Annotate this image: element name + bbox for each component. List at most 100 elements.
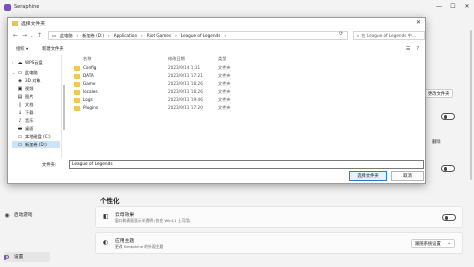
- file-name: Plugins: [83, 105, 98, 110]
- nav-item-documents[interactable]: ▯ 文档: [17, 101, 34, 108]
- cancel-button[interactable]: 取消: [391, 171, 424, 181]
- nav-item-videos[interactable]: ▣ 视频: [17, 85, 34, 92]
- minimize-button[interactable]: —: [432, 0, 446, 12]
- breadcrumb-segment[interactable]: Application: [114, 33, 137, 38]
- column-header-type[interactable]: 类型: [218, 56, 226, 62]
- file-type: 文件夹: [218, 97, 231, 102]
- back-arrow-icon[interactable]: ←: [13, 32, 18, 39]
- column-header-date[interactable]: 修改日期: [168, 56, 185, 62]
- chevron-right-icon: ›: [76, 33, 79, 38]
- address-bar[interactable]: ▭ 此电脑 › 新加卷 (D:) › Application › Riot Games…: [48, 31, 348, 40]
- pc-icon: ▭: [52, 33, 56, 38]
- search-input[interactable]: ⌕ 在 League of Legends 中...: [353, 31, 425, 40]
- nav-item-label: 桌面: [25, 125, 34, 131]
- download-icon: ↓: [17, 109, 23, 116]
- select-folder-button[interactable]: 选择文件夹: [349, 171, 387, 181]
- nav-item-desktop[interactable]: ▬ 桌面: [17, 125, 34, 132]
- card-title: 应用主题: [115, 239, 135, 244]
- list-item[interactable]: Logs 2023/9/11 19:46 文件夹: [68, 97, 368, 104]
- window-controls: — ☐ ✕: [432, 0, 474, 12]
- organize-menu[interactable]: 组织 ▾: [16, 46, 28, 52]
- nav-item-label: 此电脑: [25, 69, 38, 75]
- mica-toggle[interactable]: [442, 214, 456, 221]
- file-date: 2023/9/14 1:31: [168, 65, 201, 70]
- file-type: 文件夹: [218, 65, 231, 70]
- file-type: 文件夹: [218, 81, 231, 86]
- file-list: 名称 修改日期 类型 Config 2023/9/14 1:31 文件夹 DAT…: [68, 55, 425, 158]
- column-header-name[interactable]: 名称: [83, 56, 91, 62]
- picture-icon: ▤: [17, 93, 23, 100]
- music-icon: ♪: [18, 117, 22, 124]
- palette-icon: ◐: [103, 239, 109, 246]
- maximize-button[interactable]: ☐: [446, 0, 460, 12]
- card-theme: ◐ 应用主题 更改 Seraphine 的外观主题 跟随系统设置 ⌄: [95, 232, 463, 254]
- forward-arrow-icon[interactable]: →: [22, 32, 27, 39]
- list-item[interactable]: Plugins 2023/9/11 17:20 文件夹: [68, 105, 368, 112]
- nav-item-label: 新加卷 (D:): [25, 141, 47, 147]
- card-mica: ◧ 云母效果 窗口和表面显示半透明 (仅在 Win11 上可用): [95, 206, 463, 228]
- folder-name-value: League of Legends: [72, 162, 113, 167]
- chevron-down-icon[interactable]: ⌄: [30, 33, 33, 38]
- view-controls: ☰ ?: [406, 46, 419, 52]
- view-options-icon[interactable]: ☰: [406, 46, 410, 52]
- breadcrumb-segment[interactable]: Riot Games: [147, 33, 171, 38]
- app-scrollbar[interactable]: [470, 30, 472, 180]
- breadcrumb-segment[interactable]: 此电脑: [60, 33, 73, 39]
- refresh-icon[interactable]: ⟳: [339, 31, 343, 37]
- sidebar-item-launch-game[interactable]: ◉ 启动游戏: [4, 210, 50, 220]
- setting-toggle-2[interactable]: [441, 165, 455, 172]
- close-window-button[interactable]: ✕: [460, 0, 474, 12]
- folder-icon: [74, 89, 80, 95]
- breadcrumb-segment[interactable]: League of Legends: [181, 33, 221, 38]
- change-folder-button[interactable]: 更改文件夹: [424, 89, 454, 98]
- video-icon: ▣: [17, 85, 23, 92]
- help-icon[interactable]: ?: [416, 46, 419, 52]
- file-date: 2023/9/11 19:46: [168, 97, 203, 102]
- nav-item-label: 本地磁盘 (C:): [25, 133, 51, 139]
- delete-link[interactable]: 删除: [432, 139, 441, 145]
- close-icon[interactable]: ✕: [416, 19, 421, 26]
- card-subtitle: 更改 Seraphine 的外观主题: [115, 244, 164, 249]
- nav-item-pictures[interactable]: ▤ 图片: [17, 93, 34, 100]
- chevron-right-icon: ›: [175, 33, 177, 38]
- nav-item-downloads[interactable]: ↓ 下载: [17, 109, 34, 116]
- nav-item-label: 下载: [25, 109, 34, 115]
- sidebar-item-label: 设置: [14, 255, 24, 260]
- nav-item-drive-d[interactable]: ▭ 新加卷 (D:): [12, 141, 60, 148]
- nav-item-this-pc[interactable]: ⌄ ▭ 此电脑: [12, 69, 38, 76]
- sidebar-item-label: 启动游戏: [14, 213, 33, 218]
- nav-item-label: WPS云盘: [25, 59, 43, 65]
- mica-icon: ◧: [103, 213, 109, 220]
- list-item[interactable]: Game 2023/9/11 18:26 文件夹: [68, 81, 368, 88]
- nav-item-3d-objects[interactable]: ◈ 3D 对象: [17, 77, 41, 84]
- nav-item-label: 文档: [25, 101, 34, 107]
- nav-scrollbar[interactable]: [63, 85, 65, 130]
- document-icon: ▯: [18, 101, 22, 108]
- sidebar-item-settings[interactable]: ⚙ 设置: [4, 252, 50, 262]
- file-name: DATA: [83, 73, 94, 78]
- nav-item-wps-cloud[interactable]: › ☁ WPS云盘: [12, 59, 43, 66]
- file-name: Logs: [83, 97, 93, 102]
- chevron-right-icon: ›: [141, 33, 143, 38]
- file-type: 文件夹: [218, 73, 231, 78]
- new-folder-button[interactable]: 新建文件夹: [42, 46, 63, 52]
- file-type: 文件夹: [218, 105, 231, 110]
- navigation-pane: › ☁ WPS云盘 ⌄ ▭ 此电脑 ◈ 3D 对象 ▣ 视频 ▤ 图片 ▯ 文档…: [8, 55, 62, 158]
- breadcrumb-segment[interactable]: 新加卷 (D:): [82, 33, 104, 39]
- list-item[interactable]: Config 2023/9/14 1:31 文件夹: [68, 65, 368, 72]
- nav-item-drive-c[interactable]: ▭ 本地磁盘 (C:): [17, 133, 51, 140]
- address-row: ← → ⌄ ↑ ▭ 此电脑 › 新加卷 (D:) › Application › Ri…: [8, 30, 425, 42]
- nav-item-music[interactable]: ♪ 音乐: [17, 117, 33, 124]
- folder-icon: [74, 73, 80, 79]
- list-item[interactable]: locales 2023/9/11 18:26 文件夹: [68, 89, 368, 96]
- folder-name-input[interactable]: League of Legends: [69, 160, 424, 169]
- setting-toggle-1[interactable]: [441, 113, 455, 120]
- computer-icon: ▭: [17, 69, 23, 76]
- theme-select[interactable]: 跟随系统设置 ⌄: [411, 239, 455, 248]
- folder-icon: [74, 65, 80, 71]
- gear-icon: ⚙: [4, 253, 10, 261]
- list-item[interactable]: DATA 2023/9/11 17:21 文件夹: [68, 73, 368, 80]
- file-date: 2023/9/11 17:21: [168, 73, 203, 78]
- up-arrow-icon[interactable]: ↑: [37, 32, 42, 39]
- folder-icon: [74, 105, 80, 111]
